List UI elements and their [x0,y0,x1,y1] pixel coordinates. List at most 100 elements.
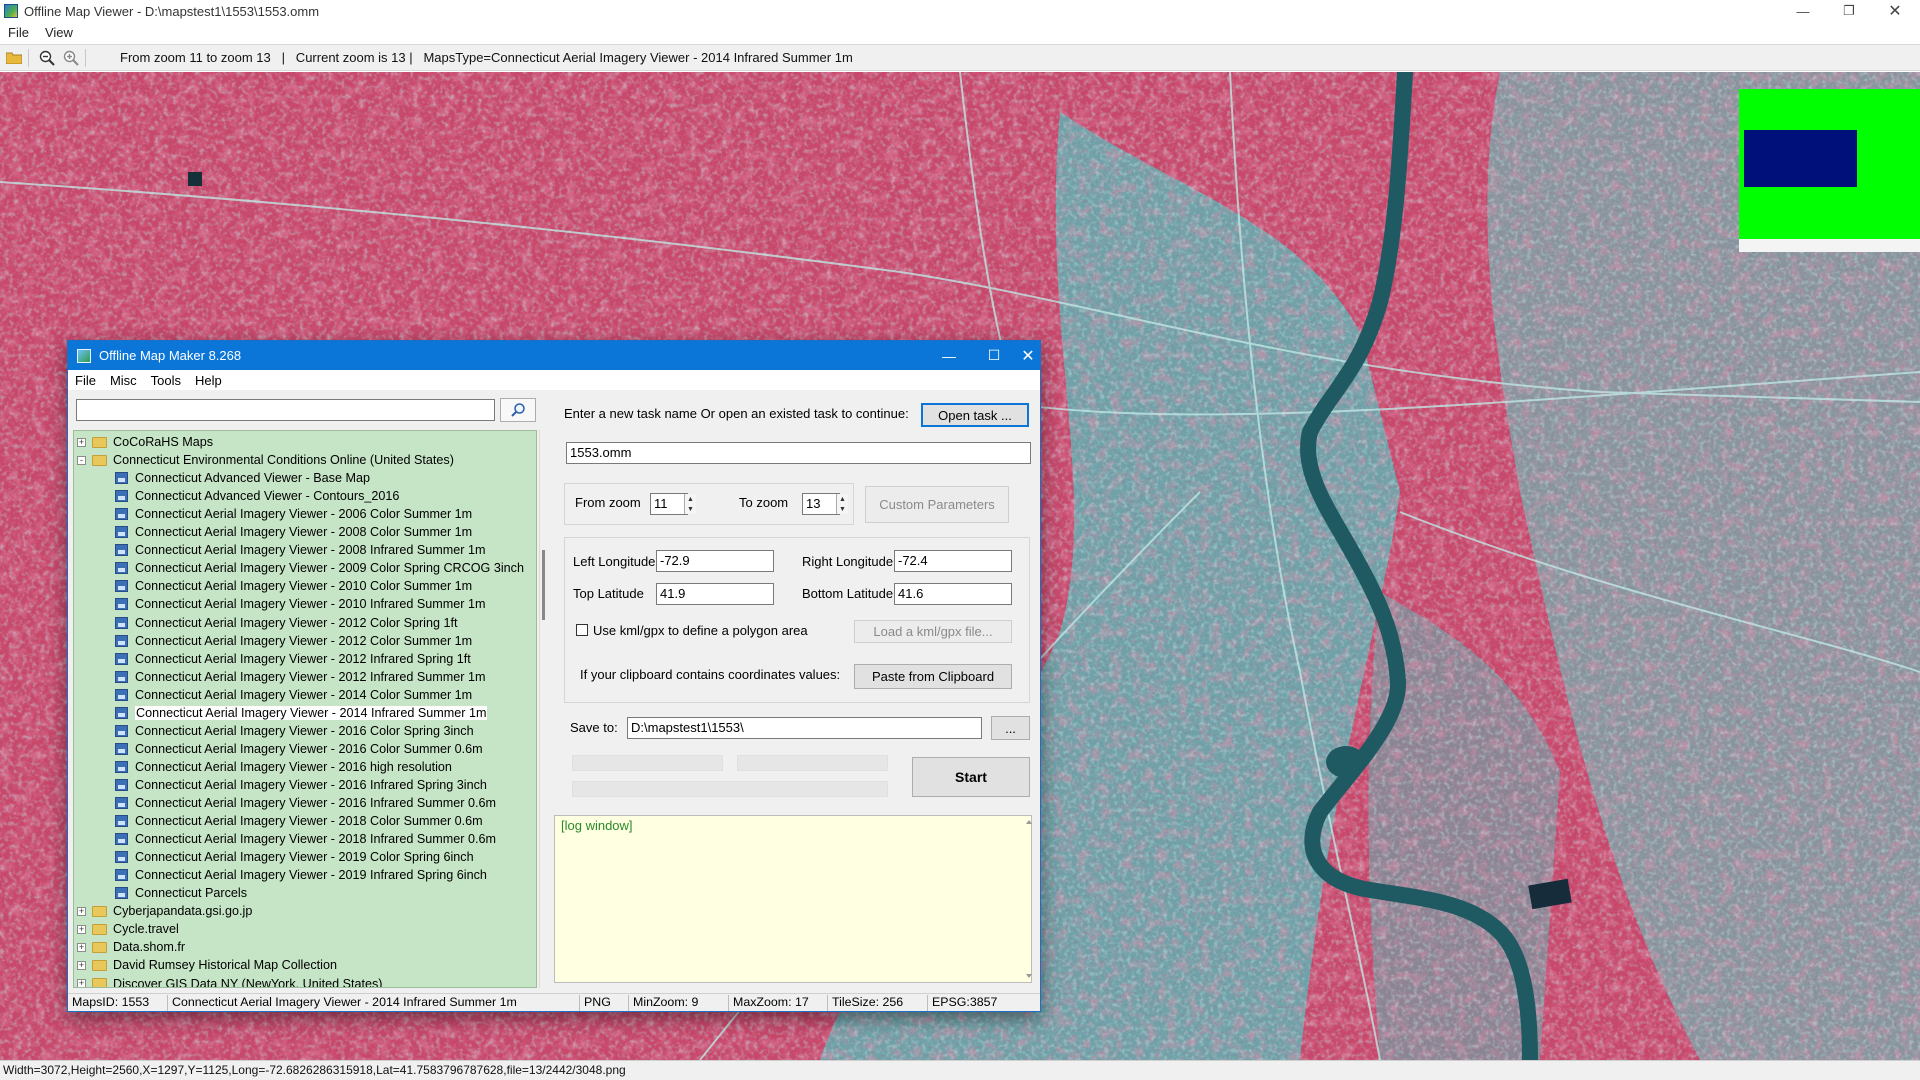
tree-map-item[interactable]: Connecticut Aerial Imagery Viewer - 2012… [115,614,457,632]
maps-tree[interactable]: + CoCoRaHS Maps - Connecticut Environmental… [73,430,537,988]
spin-up-icon[interactable]: ▲ [687,496,694,503]
minimize-icon[interactable]: — [1780,0,1826,22]
save-to-input[interactable]: D:\mapstest1\1553\ [627,717,982,739]
zoom-out-icon[interactable] [37,48,57,68]
bottom-latitude-input[interactable]: 41.6 [894,583,1012,605]
dialog-minimize-icon[interactable]: — [926,341,972,370]
kml-checkbox[interactable] [576,624,588,636]
log-window[interactable]: [log window] [554,815,1032,983]
tree-map-item[interactable]: Connecticut Aerial Imagery Viewer - 2008… [115,523,472,541]
restore-icon[interactable]: ❐ [1826,0,1872,22]
from-zoom-label: From zoom [575,495,641,510]
close-icon[interactable]: ✕ [1872,0,1918,22]
tree-map-item[interactable]: Connecticut Aerial Imagery Viewer - 2016… [115,794,496,812]
tree-map-item[interactable]: Connecticut Aerial Imagery Viewer - 2019… [115,866,487,884]
expand-icon[interactable]: + [77,437,86,447]
viewer-menubar: File View [0,22,1920,43]
menu-file[interactable]: File [0,25,37,40]
tree-map-item[interactable]: Connecticut Aerial Imagery Viewer - 2018… [115,830,496,848]
zoom-in-icon[interactable] [61,48,81,68]
tree-item-label: Connecticut Aerial Imagery Viewer - 2014… [135,705,488,720]
tree-folder-item[interactable]: + CoCoRaHS Maps [77,433,213,451]
tree-folder-item[interactable]: + David Rumsey Historical Map Collection [77,956,337,974]
dialog-menu-tools[interactable]: Tools [144,373,188,388]
from-zoom-input[interactable]: 11 [650,493,688,515]
dialog-maximize-icon[interactable]: ☐ [971,341,1017,370]
browse-button[interactable]: ... [991,716,1030,740]
tree-map-item[interactable]: Connecticut Advanced Viewer - Contours_2… [115,487,399,505]
dialog-close-icon[interactable]: ✕ [1016,341,1040,370]
overview-map[interactable] [1739,89,1920,239]
dialog-menu-file[interactable]: File [68,373,103,388]
tree-folder-item[interactable]: + Discover GIS Data NY (NewYork, United S… [77,975,382,987]
spin-up-icon[interactable]: ▲ [839,496,846,503]
tree-folder-item[interactable]: - Connecticut Environmental Conditions On… [77,451,454,469]
tree-folder-item[interactable]: + Cycle.travel [77,920,179,938]
expand-icon[interactable]: + [77,979,86,987]
viewer-titlebar: Offline Map Viewer - D:\mapstest1\1553\1… [0,0,1920,22]
tree-scrollbar-thumb[interactable] [542,550,545,620]
search-button[interactable] [500,398,536,422]
overview-viewport-box[interactable] [1744,130,1857,187]
tree-folder-item[interactable]: + Data.shom.fr [77,938,185,956]
tree-map-item[interactable]: Connecticut Aerial Imagery Viewer - 2018… [115,812,483,830]
map-icon [115,688,128,701]
to-zoom-spinner[interactable]: ▲ ▼ [836,494,848,514]
paste-from-clipboard-button[interactable]: Paste from Clipboard [854,664,1012,689]
kml-checkbox-label[interactable]: Use kml/gpx to define a polygon area [593,623,808,638]
map-icon [115,490,128,503]
tree-map-item[interactable]: Connecticut Aerial Imagery Viewer - 2012… [115,632,472,650]
tree-map-item[interactable]: Connecticut Aerial Imagery Viewer - 2006… [115,505,472,523]
expand-icon[interactable]: + [77,942,86,952]
dialog-menu-misc[interactable]: Misc [103,373,144,388]
tree-map-item[interactable]: Connecticut Aerial Imagery Viewer - 2014… [115,686,472,704]
tree-map-item[interactable]: Connecticut Aerial Imagery Viewer - 2016… [115,740,483,758]
menu-view[interactable]: View [37,25,81,40]
load-kml-button[interactable]: Load a kml/gpx file... [854,620,1012,643]
tree-folder-item[interactable]: + Cyberjapandata.gsi.go.jp [77,902,252,920]
left-longitude-input[interactable]: -72.9 [656,550,774,572]
to-zoom-input[interactable]: 13 [802,493,840,515]
map-icon [115,887,128,900]
from-zoom-spinner[interactable]: ▲ ▼ [684,494,696,514]
spin-down-icon[interactable]: ▼ [687,506,694,513]
tree-map-item[interactable]: Connecticut Aerial Imagery Viewer - 2016… [115,758,452,776]
tree-item-label: Connecticut Aerial Imagery Viewer - 2006… [135,507,473,522]
tree-item-label: Connecticut Aerial Imagery Viewer - 2019… [135,850,474,865]
tree-map-item[interactable]: Connecticut Parcels [115,884,247,902]
tree-map-item[interactable]: Connecticut Aerial Imagery Viewer - 2012… [115,668,485,686]
top-latitude-input[interactable]: 41.9 [656,583,774,605]
start-button[interactable]: Start [912,757,1030,797]
expand-icon[interactable]: + [77,960,86,970]
tree-item-label: Connecticut Aerial Imagery Viewer - 2016… [135,741,483,756]
tree-map-item[interactable]: Connecticut Aerial Imagery Viewer - 2016… [115,722,474,740]
dialog-menu-help[interactable]: Help [188,373,229,388]
open-task-button[interactable]: Open task ... [921,403,1029,427]
open-folder-icon[interactable] [4,48,24,68]
tree-item-label: Connecticut Aerial Imagery Viewer - 2012… [135,669,486,684]
tree-map-item[interactable]: Connecticut Aerial Imagery Viewer - 2008… [115,541,485,559]
tree-map-item[interactable]: Connecticut Aerial Imagery Viewer - 2010… [115,595,485,613]
collapse-icon[interactable]: - [77,455,86,465]
spin-down-icon[interactable]: ▼ [839,506,846,513]
tree-item-label: Connecticut Aerial Imagery Viewer - 2016… [135,723,474,738]
tree-map-item[interactable]: Connecticut Aerial Imagery Viewer - 2014… [115,704,488,722]
map-icon [115,634,128,647]
tree-map-item[interactable]: Connecticut Aerial Imagery Viewer - 2010… [115,577,472,595]
log-scrollbar[interactable] [1023,815,1035,983]
tree-map-item[interactable]: Connecticut Advanced Viewer - Base Map [115,469,370,487]
tree-map-item[interactable]: Connecticut Aerial Imagery Viewer - 2009… [115,559,524,577]
maps-search-input[interactable] [76,399,495,421]
map-icon [115,797,128,809]
tree-map-item[interactable]: Connecticut Aerial Imagery Viewer - 2019… [115,848,474,866]
expand-icon[interactable]: + [77,924,86,934]
tree-map-item[interactable]: Connecticut Aerial Imagery Viewer - 2016… [115,776,487,794]
tree-map-item[interactable]: Connecticut Aerial Imagery Viewer - 2012… [115,650,471,668]
map-icon [115,742,128,755]
expand-icon[interactable]: + [77,906,86,916]
task-name-input[interactable]: 1553.omm [566,442,1031,464]
right-longitude-input[interactable]: -72.4 [894,550,1012,572]
folder-icon [92,941,107,953]
custom-parameters-button[interactable]: Custom Parameters [865,486,1009,523]
tree-item-label: David Rumsey Historical Map Collection [113,958,337,973]
